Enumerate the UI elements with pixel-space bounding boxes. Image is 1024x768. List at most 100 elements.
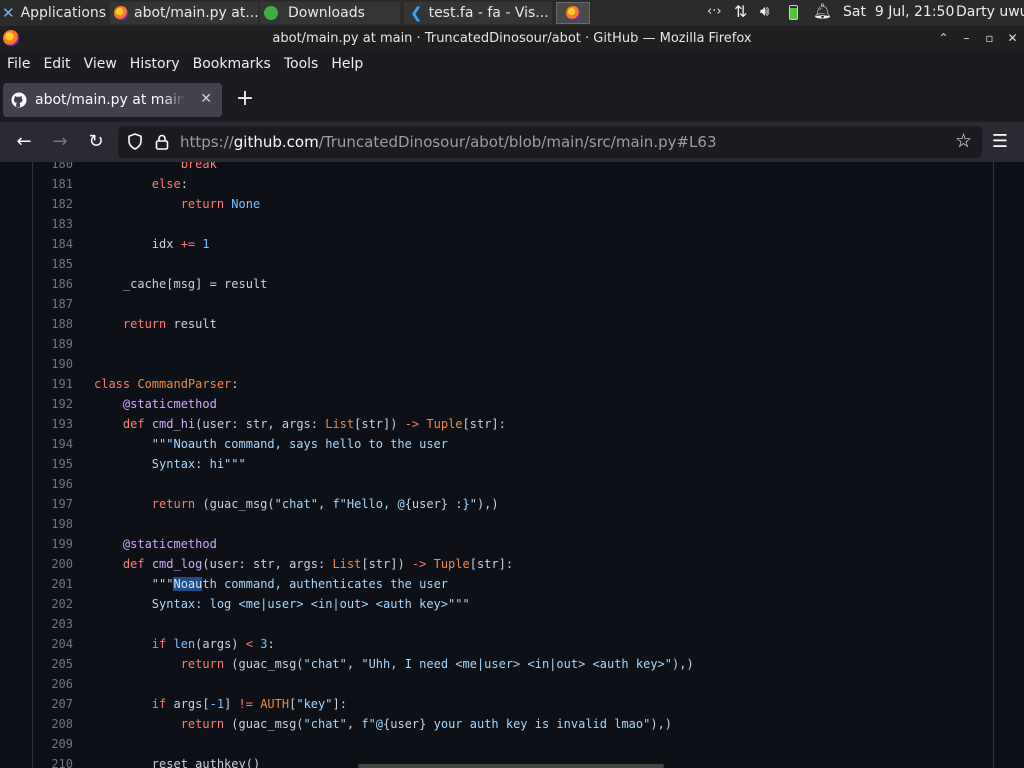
reload-icon[interactable]: ↻ xyxy=(84,130,108,154)
line-number[interactable]: 201 xyxy=(33,574,73,594)
code-token: -> xyxy=(404,417,420,431)
line-number[interactable]: 184 xyxy=(33,234,73,254)
hamburger-menu-icon[interactable]: ☰ xyxy=(988,130,1012,154)
page-content: 180 break 181 else: 182 return None 183 184 … xyxy=(0,162,1024,768)
taskbar-item-vscode[interactable]: ❮ test.fa - fa - Vis... xyxy=(404,2,552,24)
bookmark-star-icon[interactable]: ☆ xyxy=(955,130,972,152)
line-number[interactable]: 180 xyxy=(33,162,73,174)
code-text: return (guac_msg("chat", "Uhh, I need <m… xyxy=(94,654,694,674)
github-icon xyxy=(11,92,27,108)
taskbar-item-downloads[interactable]: Downloads xyxy=(260,2,400,24)
applications-menu[interactable]: ✕ Applications xyxy=(2,2,106,24)
line-number[interactable]: 208 xyxy=(33,714,73,734)
shield-icon[interactable] xyxy=(127,133,143,150)
line-number[interactable]: 204 xyxy=(33,634,73,654)
line-number[interactable]: 206 xyxy=(33,674,73,694)
code-token: """Noauth command, says hello to the use… xyxy=(151,437,449,451)
applications-label: Applications xyxy=(20,5,106,21)
tab-strip: abot/main.py at main · TruncatedDinosour… xyxy=(0,78,1024,122)
code-text: """Noauth command, authenticates the use… xyxy=(94,574,448,594)
code-text: def cmd_log(user: str, args: List[str]) … xyxy=(94,554,513,574)
maximize-icon[interactable]: – xyxy=(955,26,978,50)
close-tab-icon[interactable]: ✕ xyxy=(200,91,212,107)
code-token: result xyxy=(173,317,217,331)
line-number[interactable]: 207 xyxy=(33,694,73,714)
forward-arrow-icon[interactable]: → xyxy=(48,130,72,154)
code-token: class xyxy=(94,377,138,391)
desktop-panel: ✕ Applications abot/main.py at... Downlo… xyxy=(0,0,1024,26)
line-number[interactable]: 183 xyxy=(33,214,73,234)
code-token: {user} xyxy=(383,717,427,731)
new-tab-button[interactable]: + xyxy=(234,87,256,113)
line-number[interactable]: 198 xyxy=(33,514,73,534)
network-switch-icon[interactable]: ‹·› xyxy=(707,4,722,19)
line-number[interactable]: 195 xyxy=(33,454,73,474)
battery-icon[interactable] xyxy=(789,5,798,20)
line-number[interactable]: 189 xyxy=(33,334,73,354)
menu-tools[interactable]: Tools xyxy=(284,56,319,72)
code-line: 180 break xyxy=(33,162,991,174)
line-number[interactable]: 188 xyxy=(33,314,73,334)
code-line: 187 xyxy=(33,294,991,314)
clock[interactable]: Sat 9 Jul, 21:50 xyxy=(843,4,954,20)
line-number[interactable]: 181 xyxy=(33,174,73,194)
menu-help[interactable]: Help xyxy=(331,56,363,72)
code-token: ),) xyxy=(672,657,694,671)
line-number[interactable]: 197 xyxy=(33,494,73,514)
lock-icon[interactable] xyxy=(155,134,169,150)
line-number[interactable]: 203 xyxy=(33,614,73,634)
line-number[interactable]: 191 xyxy=(33,374,73,394)
taskbar-item-firefox-active[interactable] xyxy=(556,2,590,24)
menu-file[interactable]: File xyxy=(7,56,30,72)
url-bar[interactable]: https://github.com/TruncatedDinosour/abo… xyxy=(118,126,982,158)
line-number[interactable]: 209 xyxy=(33,734,73,754)
line-number[interactable]: 182 xyxy=(33,194,73,214)
volume-icon[interactable]: 🔊︎ xyxy=(760,2,769,20)
line-number[interactable]: 200 xyxy=(33,554,73,574)
code-token: _cache[msg] = result xyxy=(122,277,268,291)
code-text: if len(args) < 3: xyxy=(94,634,275,654)
menu-bookmarks[interactable]: Bookmarks xyxy=(193,56,271,72)
user-name[interactable]: Darty uwu xyxy=(956,4,1024,20)
code-line: 195 Syntax: hi""" xyxy=(33,454,991,474)
line-number[interactable]: 186 xyxy=(33,274,73,294)
menu-view[interactable]: View xyxy=(84,56,117,72)
notification-bell-icon[interactable]: 🔔︎ xyxy=(813,2,832,20)
minimize-icon[interactable]: ⌃ xyxy=(932,26,955,50)
line-number[interactable]: 190 xyxy=(33,354,73,374)
horizontal-scrollbar[interactable] xyxy=(358,764,664,768)
code-token: -1 xyxy=(209,697,225,711)
line-number[interactable]: 185 xyxy=(33,254,73,274)
restore-icon[interactable]: ▫ xyxy=(978,26,1001,50)
line-number[interactable]: 187 xyxy=(33,294,73,314)
code-token: -> xyxy=(411,557,427,571)
menu-edit[interactable]: Edit xyxy=(43,56,70,72)
line-number[interactable]: 194 xyxy=(33,434,73,454)
line-number[interactable]: 192 xyxy=(33,394,73,414)
line-number[interactable]: 196 xyxy=(33,474,73,494)
code-token: return xyxy=(122,317,174,331)
code-token: (guac_msg( xyxy=(231,717,304,731)
code-token: Tuple xyxy=(433,557,470,571)
taskbar-item-firefox[interactable]: abot/main.py at... xyxy=(110,2,258,24)
code-line: 198 xyxy=(33,514,991,534)
code-token: """ xyxy=(151,577,174,591)
menu-history[interactable]: History xyxy=(130,56,180,72)
window-titlebar[interactable]: abot/main.py at main · TruncatedDinosour… xyxy=(0,26,1024,50)
network-transfer-icon[interactable]: ⇅ xyxy=(734,2,747,21)
line-number[interactable]: 210 xyxy=(33,754,73,768)
line-number[interactable]: 199 xyxy=(33,534,73,554)
close-icon[interactable]: ✕ xyxy=(1001,26,1024,50)
code-line: 186 _cache[msg] = result xyxy=(33,274,991,294)
back-arrow-icon[interactable]: ← xyxy=(12,130,36,154)
tab-github-main-py[interactable]: abot/main.py at main · TruncatedDinosour… xyxy=(3,83,222,117)
code-line: 205 return (guac_msg("chat", "Uhh, I nee… xyxy=(33,654,991,674)
line-number[interactable]: 205 xyxy=(33,654,73,674)
line-number[interactable]: 193 xyxy=(33,414,73,434)
url-text[interactable]: https://github.com/TruncatedDinosour/abo… xyxy=(180,126,717,158)
code-text: else: xyxy=(94,174,188,194)
line-number[interactable]: 202 xyxy=(33,594,73,614)
code-token: "chat" xyxy=(274,497,318,511)
code-token: ] xyxy=(224,697,239,711)
code-text: @staticmethod xyxy=(94,394,217,414)
